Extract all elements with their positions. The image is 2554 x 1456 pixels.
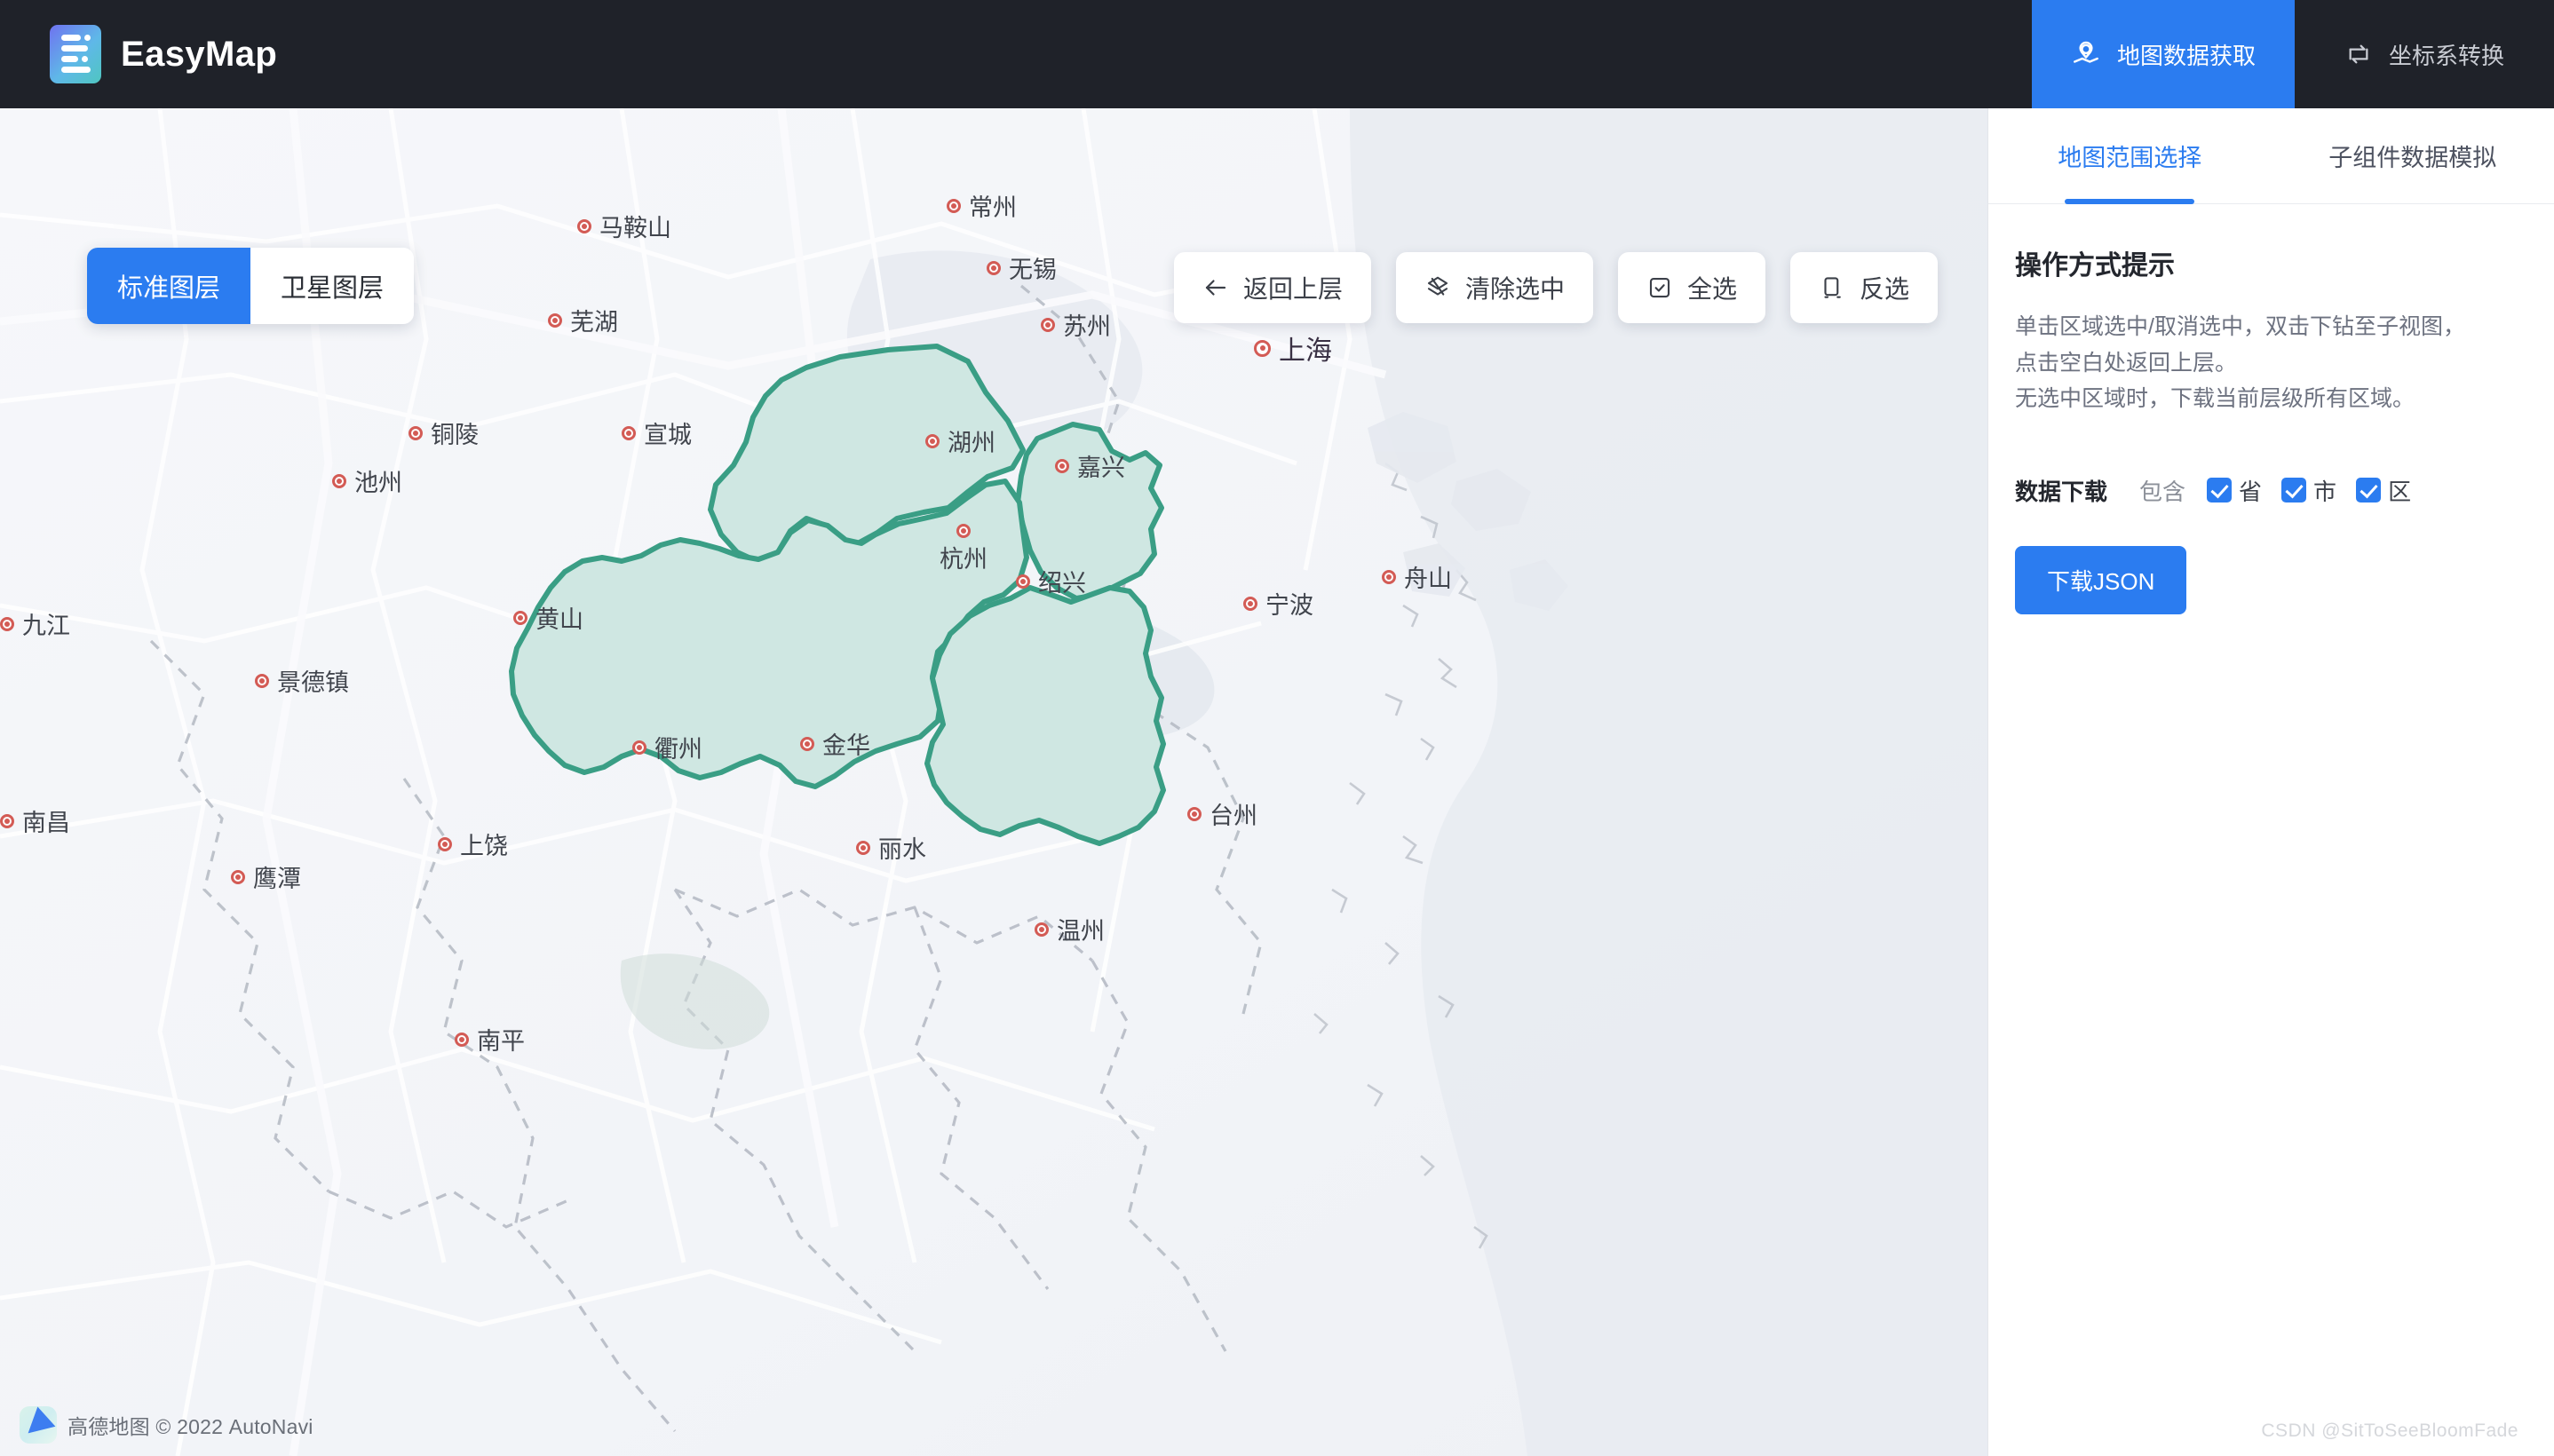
csdn-watermark: CSDN @SitToSeeBloomFade	[2261, 1420, 2518, 1441]
hint-line-1: 单击区域选中/取消选中，双击下钻至子视图，	[2015, 314, 2465, 339]
panel-hint: 单击区域选中/取消选中，双击下钻至子视图， 点击空白处返回上层。 无选中区域时，…	[2015, 309, 2527, 417]
app-title: EasyMap	[121, 34, 278, 74]
layer-btn-standard[interactable]: 标准图层	[87, 248, 251, 324]
checkbox-checked-icon	[2207, 478, 2233, 502]
checkbox-district[interactable]: 区	[2356, 474, 2411, 507]
brand: EasyMap	[0, 0, 277, 108]
app-header: EasyMap 地图数据获取 坐标系转换	[0, 0, 2554, 108]
tool-btn-label: 反选	[1859, 275, 1909, 303]
amap-logo-icon	[20, 1406, 57, 1444]
checkbox-label: 区	[2388, 478, 2412, 505]
header-nav-tabs: 地图数据获取 坐标系转换	[2031, 0, 2554, 108]
easymap-logo-icon	[50, 25, 101, 83]
tool-btn-label: 返回上层	[1242, 275, 1343, 303]
arrow-left-icon	[1202, 274, 1229, 301]
tool-btn-label: 清除选中	[1464, 275, 1565, 303]
convert-arrows-icon	[2344, 40, 2373, 68]
invert-selection-icon	[1819, 274, 1845, 301]
map-pin-location-icon	[2071, 39, 2101, 69]
panel-heading: 操作方式提示	[2015, 251, 2175, 281]
checkbox-checked-icon	[2356, 478, 2382, 502]
map-toolbar: 返回上层 清除选中 全选 反选	[1173, 252, 1938, 323]
attribution-text: 高德地图 © 2022 AutoNavi	[67, 1415, 313, 1438]
nav-tab-label: 坐标系转换	[2388, 42, 2504, 69]
checkbox-checked-icon	[1646, 274, 1673, 301]
checkbox-city[interactable]: 市	[2281, 474, 2336, 507]
hint-line-3: 无选中区域时，下载当前层级所有区域。	[2015, 386, 2415, 411]
panel-tabs: 地图范围选择 子组件数据模拟	[1988, 108, 2554, 204]
hint-line-2: 点击空白处返回上层。	[2015, 350, 2238, 376]
clear-selection-button[interactable]: 清除选中	[1395, 252, 1593, 323]
selected-region-shaoxing	[924, 585, 1166, 846]
tool-btn-label: 全选	[1686, 275, 1737, 303]
map-attribution: 高德地图 © 2022 AutoNavi	[20, 1406, 313, 1444]
tab-subcomponent-data-mock[interactable]: 子组件数据模拟	[2272, 108, 2554, 203]
map-canvas[interactable]: 标准图层 卫星图层 返回上层 清除选中 全选 反选 常州 马鞍山 无锡 苏州 上…	[0, 108, 1987, 1456]
download-json-button[interactable]: 下载JSON	[2015, 545, 2187, 614]
invert-selection-button[interactable]: 反选	[1789, 252, 1938, 323]
data-download-label: 数据下载	[2015, 478, 2108, 505]
layer-btn-satellite[interactable]: 卫星图层	[250, 248, 415, 324]
checkbox-province[interactable]: 省	[2207, 474, 2262, 507]
back-to-parent-button[interactable]: 返回上层	[1173, 252, 1371, 323]
checkbox-checked-icon	[2281, 478, 2307, 502]
data-download-row: 数据下载 包含 省 市 区	[2015, 474, 2527, 507]
nav-tab-map-data[interactable]: 地图数据获取	[2031, 0, 2295, 108]
nav-tab-coordinate-convert[interactable]: 坐标系转换	[2295, 0, 2554, 108]
right-panel: 地图范围选择 子组件数据模拟 操作方式提示 单击区域选中/取消选中，双击下钻至子…	[1987, 108, 2554, 1456]
nav-tab-label: 地图数据获取	[2116, 42, 2256, 69]
include-label: 包含	[2139, 478, 2186, 505]
checkbox-label: 省	[2239, 478, 2263, 505]
layer-toggle[interactable]: 标准图层 卫星图层	[87, 248, 415, 324]
checkbox-label: 市	[2313, 478, 2337, 505]
select-all-button[interactable]: 全选	[1617, 252, 1765, 323]
panel-body: 操作方式提示 单击区域选中/取消选中，双击下钻至子视图， 点击空白处返回上层。 …	[1988, 204, 2554, 614]
tab-map-range-select[interactable]: 地图范围选择	[1988, 108, 2272, 203]
layers-clear-icon	[1424, 274, 1451, 301]
